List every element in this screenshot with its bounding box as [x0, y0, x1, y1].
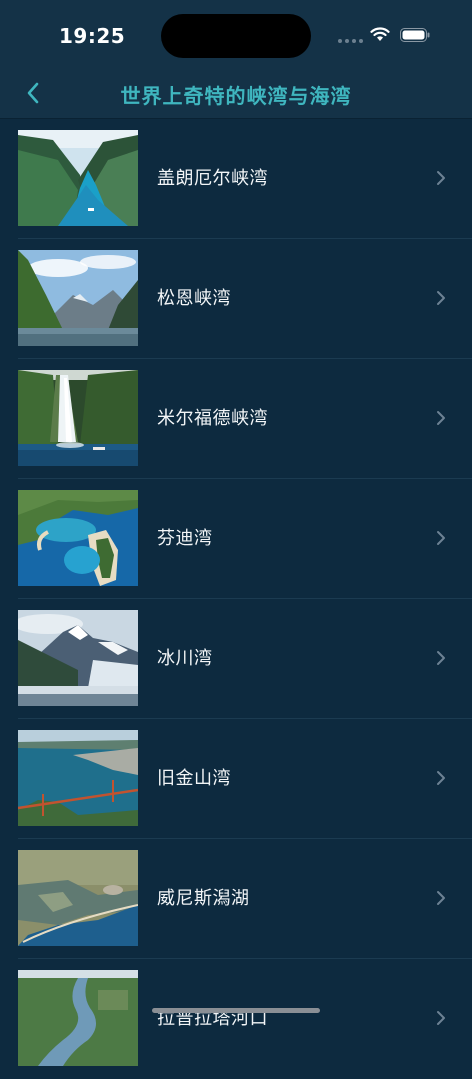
bay-list: 盖朗厄尔峡湾 松恩峡湾 米尔福德峡湾 芬迪湾 冰川湾 旧金山湾 威尼斯潟湖 拉普…	[0, 119, 472, 1079]
chevron-right-icon	[437, 771, 445, 785]
battery-icon	[400, 28, 430, 42]
home-indicator[interactable]	[152, 1008, 320, 1013]
list-item-label: 冰川湾	[157, 648, 213, 669]
chevron-right-icon	[437, 531, 445, 545]
list-item-label: 米尔福德峡湾	[157, 408, 268, 429]
chevron-right-icon	[437, 291, 445, 305]
list-item-label: 芬迪湾	[157, 528, 213, 549]
list-item-label: 旧金山湾	[157, 768, 231, 789]
chevron-right-icon	[437, 411, 445, 425]
bay-thumbnail	[18, 730, 138, 826]
list-item[interactable]: 盖朗厄尔峡湾	[0, 119, 472, 239]
chevron-right-icon	[437, 651, 445, 665]
list-item[interactable]: 冰川湾	[0, 599, 472, 719]
estuary-thumbnail	[18, 970, 138, 1066]
chevron-right-icon	[437, 1011, 445, 1025]
list-item-label: 盖朗厄尔峡湾	[157, 168, 268, 189]
lagoon-thumbnail	[18, 850, 138, 946]
list-item[interactable]: 芬迪湾	[0, 479, 472, 599]
status-bar: 19:25	[0, 0, 472, 72]
bay-thumbnail	[18, 490, 138, 586]
list-item[interactable]: 拉普拉塔河口	[0, 959, 472, 1079]
page-title: 世界上奇特的峡湾与海湾	[120, 84, 352, 108]
chevron-right-icon	[437, 891, 445, 905]
fjord-thumbnail	[18, 130, 138, 226]
list-item[interactable]: 旧金山湾	[0, 719, 472, 839]
list-item[interactable]: 松恩峡湾	[0, 239, 472, 359]
fjord-thumbnail	[18, 370, 138, 466]
list-item-label: 松恩峡湾	[157, 288, 231, 309]
wifi-icon	[370, 27, 390, 41]
chevron-right-icon	[437, 171, 445, 185]
list-item[interactable]: 威尼斯潟湖	[0, 839, 472, 959]
bay-thumbnail	[18, 610, 138, 706]
navigation-bar: 世界上奇特的峡湾与海湾	[0, 72, 472, 119]
list-item[interactable]: 米尔福德峡湾	[0, 359, 472, 479]
fjord-thumbnail	[18, 250, 138, 346]
list-item-label: 威尼斯潟湖	[157, 888, 250, 909]
cellular-signal-icon	[338, 39, 363, 43]
status-time: 19:25	[59, 24, 126, 48]
dynamic-island	[161, 14, 311, 58]
